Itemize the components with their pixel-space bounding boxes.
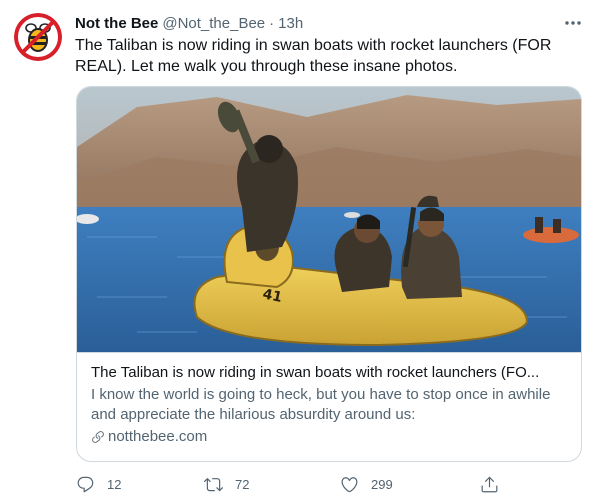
like-button[interactable]: 299 <box>340 470 393 498</box>
tweet[interactable]: Not the Bee @Not_the_Bee · 13h The Talib… <box>0 0 598 504</box>
author-handle[interactable]: @Not_the_Bee <box>162 15 265 32</box>
avatar[interactable] <box>14 13 62 61</box>
reply-icon <box>77 476 94 492</box>
author-name[interactable]: Not the Bee <box>75 15 158 32</box>
separator-dot: · <box>269 14 275 32</box>
swan-boat-photo: 41 <box>77 87 581 352</box>
retweet-icon <box>204 477 223 491</box>
action-bar: 12 72 299 <box>70 470 510 498</box>
not-the-bee-logo-icon <box>14 13 62 61</box>
reply-button[interactable]: 12 <box>76 470 121 498</box>
like-count: 299 <box>371 476 393 492</box>
link-preview-card[interactable]: 41 The Taliban is now riding in swan boa… <box>76 86 582 462</box>
link-icon <box>92 431 104 443</box>
card-image[interactable]: 41 <box>77 87 581 352</box>
heart-icon <box>341 476 358 492</box>
share-button[interactable] <box>480 470 499 498</box>
share-icon <box>481 476 498 492</box>
card-description: I know the world is going to heck, but y… <box>91 386 551 423</box>
tweet-header: Not the Bee @Not_the_Bee · 13h <box>75 12 584 34</box>
retweet-count: 72 <box>235 476 250 492</box>
card-body[interactable]: The Taliban is now riding in swan boats … <box>77 352 581 461</box>
retweet-button[interactable]: 72 <box>204 470 249 498</box>
timestamp[interactable]: 13h <box>278 15 303 32</box>
card-domain[interactable]: notthebee.com <box>91 427 567 447</box>
more-options-button[interactable] <box>562 12 584 34</box>
reply-count: 12 <box>107 476 122 492</box>
card-title[interactable]: The Taliban is now riding in swan boats … <box>91 363 567 383</box>
more-horizontal-icon <box>565 21 581 25</box>
tweet-text: The Taliban is now riding in swan boats … <box>75 37 552 75</box>
card-domain-text[interactable]: notthebee.com <box>108 427 207 447</box>
